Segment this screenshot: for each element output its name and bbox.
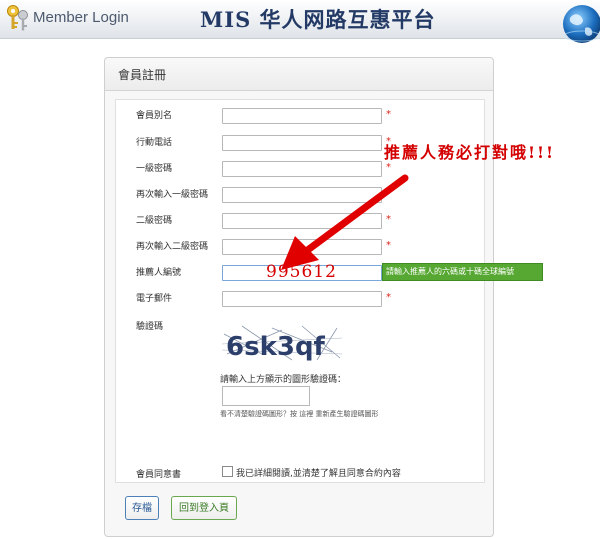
label-agreement: 會員同意書 <box>136 470 182 480</box>
label-confirm-level1-password: 再次輸入一級密碼 <box>136 190 209 200</box>
required-mark: * <box>386 292 391 303</box>
captcha-image: 6sk3qf <box>222 324 342 362</box>
captcha-refresh-link[interactable]: 看不清楚驗證碼圖形？按 這裡 重新產生驗證碼圖形 <box>220 409 378 419</box>
email-input[interactable] <box>222 291 382 307</box>
label-confirm-level2-password: 再次輸入二級密碼 <box>136 242 209 252</box>
label-level1-password: 一級密碼 <box>136 164 173 174</box>
label-mobile-phone: 行動電話 <box>136 138 173 148</box>
label-member-alias: 會員別名 <box>136 111 173 121</box>
keys-icon <box>7 5 28 31</box>
red-arrow-icon <box>281 174 409 270</box>
site-title: MIS 华人网路互惠平台 <box>200 7 436 32</box>
panel-header: 會員註冊 <box>105 58 493 91</box>
globe-icon <box>563 5 600 43</box>
captcha-input[interactable] <box>222 386 310 406</box>
panel-title: 會員註冊 <box>118 68 167 82</box>
save-button[interactable]: 存檔 <box>125 496 159 520</box>
label-referrer-id: 推薦人編號 <box>136 268 182 278</box>
label-email: 電子郵件 <box>136 294 173 304</box>
back-to-login-button[interactable]: 回到登入頁 <box>171 496 237 520</box>
required-mark: * <box>386 109 391 120</box>
agree-checkbox[interactable] <box>222 466 233 477</box>
label-level2-password: 二級密碼 <box>136 216 173 226</box>
annotation-text: 推薦人務必打對哦!!! <box>384 143 556 162</box>
member-login-brand: Member Login <box>33 9 129 26</box>
agree-text: 我已詳細閱讀,並清楚了解且同意合約內容 <box>236 469 401 479</box>
header-bar: Member Login MIS 华人网路互惠平台 <box>0 0 600 43</box>
member-alias-input[interactable] <box>222 108 382 124</box>
register-panel: 會員註冊 會員別名 * 行動電話 * 一級密碼 * 再次輸入一級密碼 * 二級密… <box>104 57 543 537</box>
captcha-hint: 請輸入上方顯示的圖形驗證碼： <box>220 375 347 385</box>
mobile-phone-input[interactable] <box>222 135 382 151</box>
captcha-text: 6sk3qf <box>226 332 326 362</box>
label-captcha: 驗證碼 <box>136 322 164 332</box>
